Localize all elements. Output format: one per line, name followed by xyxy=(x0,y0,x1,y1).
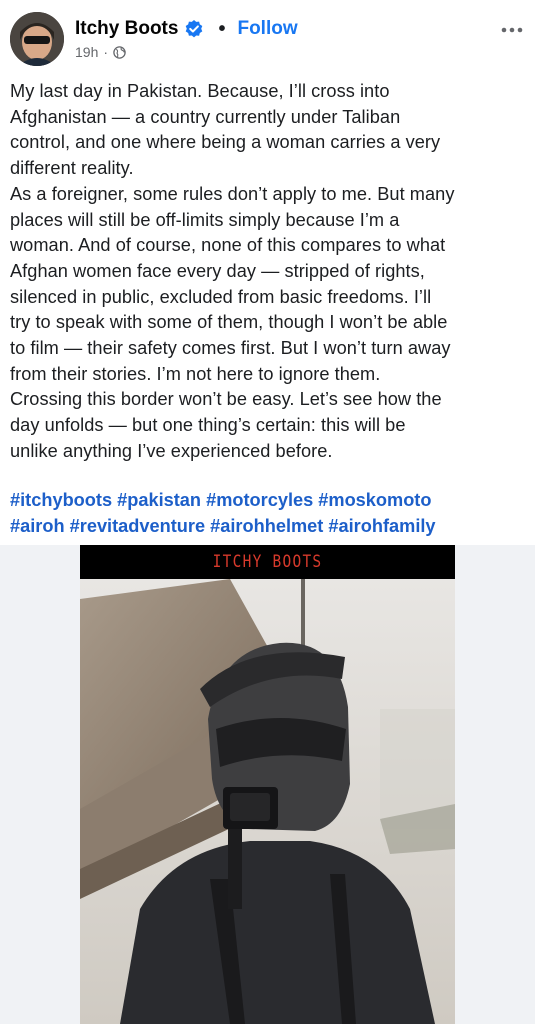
more-options-icon[interactable] xyxy=(501,22,523,33)
video-thumbnail[interactable]: ITCHY BOOTS xyxy=(80,545,455,1024)
video-banner: ITCHY BOOTS xyxy=(80,545,455,579)
video-banner-title: ITCHY BOOTS xyxy=(212,552,323,572)
meta-separator: · xyxy=(103,44,109,60)
video-frame-image xyxy=(80,579,455,1024)
author-name[interactable]: Itchy Boots xyxy=(75,18,178,40)
post-text: My last day in Pakistan. Because, I’ll c… xyxy=(10,81,455,461)
verified-badge-icon xyxy=(184,19,204,39)
post-header: Itchy Boots • Follow 19h · xyxy=(0,0,535,72)
author-avatar[interactable] xyxy=(10,12,64,66)
post-media: ITCHY BOOTS xyxy=(0,545,535,1024)
separator-dot: • xyxy=(218,18,226,40)
post-meta: 19h · xyxy=(75,44,126,60)
globe-icon xyxy=(113,45,126,59)
post-hashtags[interactable]: #itchyboots #pakistan #motorcyles #mosko… xyxy=(10,488,530,539)
post-timestamp[interactable]: 19h xyxy=(75,44,98,60)
author-row: Itchy Boots • Follow xyxy=(75,18,298,40)
follow-button[interactable]: Follow xyxy=(237,18,297,40)
